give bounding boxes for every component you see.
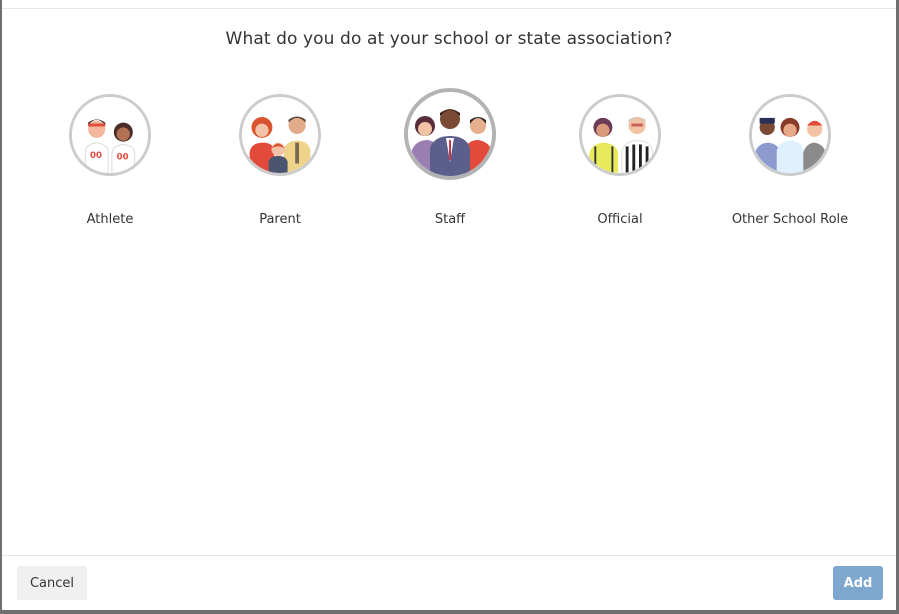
role-option-parent[interactable]: Parent: [200, 90, 360, 227]
role-label-other-school-role: Other School Role: [731, 212, 849, 227]
other-role-illustration-icon: [749, 94, 831, 176]
add-button[interactable]: Add: [833, 566, 883, 600]
parents-illustration-icon: [239, 94, 321, 176]
svg-text:00: 00: [90, 151, 102, 161]
officials-illustration-icon: [579, 94, 661, 176]
role-options: 00 00 Athlete Parent Staff Official Othe…: [2, 0, 896, 240]
role-option-athlete[interactable]: 00 00 Athlete: [30, 90, 190, 227]
role-option-other-school-role[interactable]: Other School Role: [710, 90, 870, 227]
role-label-official: Official: [597, 212, 643, 227]
role-option-staff[interactable]: Staff: [370, 88, 530, 227]
athletes-illustration-icon: 00 00: [69, 94, 151, 176]
role-option-official[interactable]: Official: [540, 90, 700, 227]
role-label-staff: Staff: [434, 212, 466, 227]
staff-illustration-icon: [404, 88, 496, 180]
role-label-athlete: Athlete: [86, 212, 134, 227]
cancel-button[interactable]: Cancel: [17, 566, 87, 600]
footer-divider: [2, 555, 896, 556]
svg-text:00: 00: [117, 153, 129, 163]
role-dialog: What do you do at your school or state a…: [2, 0, 896, 610]
role-label-parent: Parent: [259, 212, 301, 227]
